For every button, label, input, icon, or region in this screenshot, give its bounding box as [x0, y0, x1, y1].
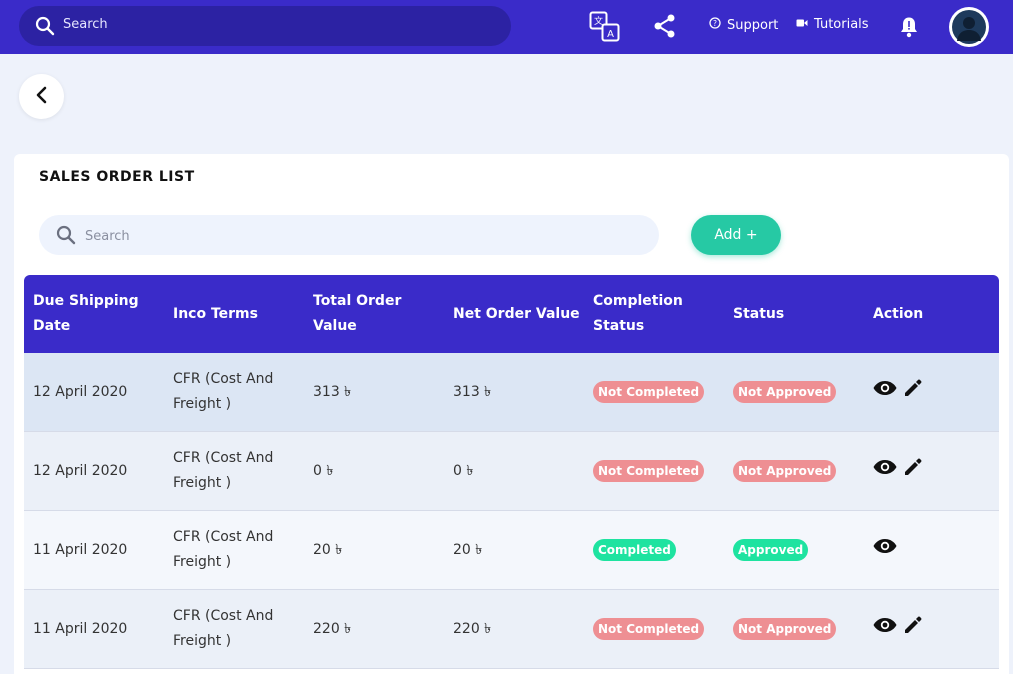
table-row[interactable]: 11 April 2020 CFR (Cost And Freight ) 220 …	[24, 590, 999, 669]
cell-net-order-value: 220 ৳	[453, 620, 492, 637]
view-eye-icon[interactable]	[873, 538, 897, 563]
help-circle-icon: ?	[709, 17, 721, 33]
cell-action	[873, 353, 923, 431]
list-search[interactable]	[39, 215, 659, 255]
search-icon	[35, 16, 55, 40]
notification-bell-icon[interactable]	[900, 16, 918, 42]
completion-status-badge: Not Completed	[593, 618, 705, 640]
row-actions	[873, 378, 923, 407]
header-inco-terms: Inco Terms	[173, 305, 258, 322]
approval-status-cell: Not Approved	[733, 353, 837, 431]
global-search[interactable]: Search	[19, 6, 511, 46]
share-icon[interactable]	[654, 14, 676, 42]
page-title: SALES ORDER LIST	[39, 169, 195, 185]
header-total-order-value: Total Order Value	[313, 293, 402, 334]
view-eye-icon[interactable]	[873, 617, 897, 642]
cell-net-order-value: 313 ৳	[453, 383, 492, 400]
cell-inco-terms: CFR (Cost And Freight )	[173, 529, 274, 570]
back-button[interactable]	[19, 74, 64, 119]
edit-pencil-icon[interactable]	[903, 615, 923, 644]
table-header: Due Shipping Date Inco Terms Total Order…	[24, 275, 999, 353]
approval-status-cell: Not Approved	[733, 432, 837, 510]
tutorials-label: Tutorials	[814, 17, 869, 32]
table-row[interactable]: 11 April 2020 CFR (Cost And Freight ) 20 ৳…	[24, 511, 999, 590]
tutorials-link[interactable]: Tutorials	[796, 17, 869, 32]
cell-action	[873, 511, 897, 589]
chevron-left-icon	[35, 86, 49, 108]
edit-pencil-icon[interactable]	[903, 378, 923, 407]
completion-status-cell: Not Completed	[593, 353, 705, 431]
view-eye-icon[interactable]	[873, 380, 897, 405]
header-net-order-value: Net Order Value	[453, 305, 580, 322]
cell-inco-terms: CFR (Cost And Freight )	[173, 450, 274, 491]
cell-action	[873, 432, 923, 510]
cell-action	[873, 590, 923, 668]
approval-status-badge: Not Approved	[733, 381, 837, 403]
cell-inco-terms: CFR (Cost And Freight )	[173, 608, 274, 649]
add-button[interactable]: Add +	[691, 215, 781, 255]
video-camera-icon	[796, 17, 808, 32]
cell-due-date: 11 April 2020	[33, 541, 128, 558]
cell-inco-terms: CFR (Cost And Freight )	[173, 371, 274, 412]
completion-status-cell: Not Completed	[593, 590, 705, 668]
svg-text:文: 文	[594, 15, 603, 27]
cell-total-order-value: 0 ৳	[313, 462, 334, 479]
svg-text:?: ?	[713, 19, 717, 28]
completion-status-badge: Not Completed	[593, 460, 705, 482]
header-completion-status: Completion Status	[593, 293, 683, 334]
support-label: Support	[727, 17, 779, 33]
cell-due-date: 12 April 2020	[33, 462, 128, 479]
svg-text:A: A	[607, 29, 614, 40]
table-body: 12 April 2020 CFR (Cost And Freight ) 313 …	[24, 353, 999, 669]
table-row[interactable]: 12 April 2020 CFR (Cost And Freight ) 0 ৳ 0…	[24, 432, 999, 511]
approval-status-badge: Approved	[733, 539, 809, 561]
cell-due-date: 11 April 2020	[33, 620, 128, 637]
global-search-placeholder: Search	[63, 17, 108, 32]
completion-status-cell: Completed	[593, 511, 676, 589]
cell-total-order-value: 20 ৳	[313, 541, 343, 558]
row-actions	[873, 457, 923, 486]
cell-net-order-value: 0 ৳	[453, 462, 474, 479]
completion-status-badge: Completed	[593, 539, 676, 561]
header-action: Action	[873, 305, 924, 322]
approval-status-cell: Not Approved	[733, 590, 837, 668]
cell-total-order-value: 313 ৳	[313, 383, 352, 400]
table-row[interactable]: 12 April 2020 CFR (Cost And Freight ) 313 …	[24, 353, 999, 432]
cell-due-date: 12 April 2020	[33, 383, 128, 400]
approval-status-badge: Not Approved	[733, 460, 837, 482]
cell-net-order-value: 20 ৳	[453, 541, 483, 558]
header-due-date: Due Shipping Date	[33, 293, 139, 334]
edit-pencil-icon[interactable]	[903, 457, 923, 486]
approval-status-badge: Not Approved	[733, 618, 837, 640]
completion-status-badge: Not Completed	[593, 381, 705, 403]
sales-order-card: SALES ORDER LIST Add + Due Shipping Date…	[14, 154, 1009, 674]
add-button-label: Add +	[714, 227, 758, 243]
header-status: Status	[733, 305, 785, 322]
row-actions	[873, 538, 897, 563]
sales-order-table: Due Shipping Date Inco Terms Total Order…	[24, 275, 999, 669]
list-search-input[interactable]	[83, 225, 627, 247]
row-actions	[873, 615, 923, 644]
support-link[interactable]: ? Support	[709, 17, 778, 33]
top-bar: Search 文 A ? Support Tutorials	[0, 0, 1013, 54]
search-icon	[56, 225, 76, 249]
cell-total-order-value: 220 ৳	[313, 620, 352, 637]
user-avatar[interactable]	[949, 7, 989, 47]
translate-icon[interactable]: 文 A	[589, 11, 621, 47]
view-eye-icon[interactable]	[873, 459, 897, 484]
approval-status-cell: Approved	[733, 511, 809, 589]
completion-status-cell: Not Completed	[593, 432, 705, 510]
